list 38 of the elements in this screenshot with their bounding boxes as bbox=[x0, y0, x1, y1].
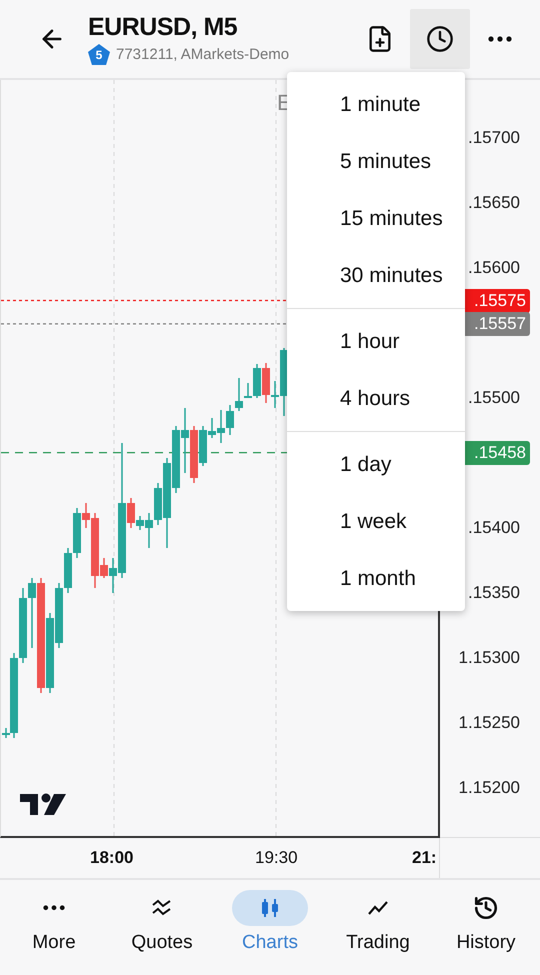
price-badge: .15557 bbox=[465, 312, 530, 336]
menu-item[interactable]: 1 day bbox=[287, 436, 465, 493]
menu-item[interactable]: 1 month bbox=[287, 550, 465, 607]
symbol-title: EURUSD, M5 bbox=[88, 13, 238, 42]
price-badge: .15458 bbox=[465, 440, 530, 465]
menu-item[interactable]: 1 week bbox=[287, 493, 465, 550]
menu-item[interactable]: 1 minute bbox=[287, 76, 465, 133]
time-label: 18:00 bbox=[90, 848, 134, 868]
menu-item[interactable]: 15 minutes bbox=[287, 190, 465, 247]
price-label: 1.15200 bbox=[458, 778, 520, 798]
nav-tab[interactable]: Charts bbox=[216, 890, 324, 954]
nav-tab[interactable]: Quotes bbox=[108, 890, 216, 954]
menu-item[interactable]: 4 hours bbox=[287, 370, 465, 427]
menu-item[interactable]: 30 minutes bbox=[287, 247, 465, 304]
history-icon bbox=[473, 895, 499, 921]
clock-button[interactable] bbox=[410, 9, 470, 69]
more-icon bbox=[488, 36, 512, 42]
nav-tab[interactable]: Trading bbox=[324, 890, 432, 954]
price-label: .15650 bbox=[468, 193, 520, 213]
price-label: 1.15250 bbox=[458, 713, 520, 733]
menu-item[interactable]: 5 minutes bbox=[287, 133, 465, 190]
nav-tab[interactable]: More bbox=[0, 890, 108, 954]
price-label: 1.15300 bbox=[458, 648, 520, 668]
time-label: 19:30 bbox=[255, 848, 298, 868]
price-label: .15600 bbox=[468, 258, 520, 278]
account-label: 7731211, AMarkets-Demo bbox=[116, 46, 290, 63]
price-label: .15500 bbox=[468, 388, 520, 408]
more-icon bbox=[43, 905, 65, 911]
price-label: .15700 bbox=[468, 128, 520, 148]
price-label: .15400 bbox=[468, 518, 520, 538]
menu-item[interactable]: 1 hour bbox=[287, 313, 465, 370]
time-label: 21: bbox=[412, 848, 437, 868]
price-label: .15350 bbox=[468, 583, 520, 603]
logo-icon bbox=[20, 794, 66, 815]
level-badge: 5 bbox=[88, 44, 110, 65]
clock-icon bbox=[426, 25, 454, 53]
nav-tab[interactable]: History bbox=[432, 890, 540, 954]
price-badge: .15575 bbox=[465, 288, 530, 312]
